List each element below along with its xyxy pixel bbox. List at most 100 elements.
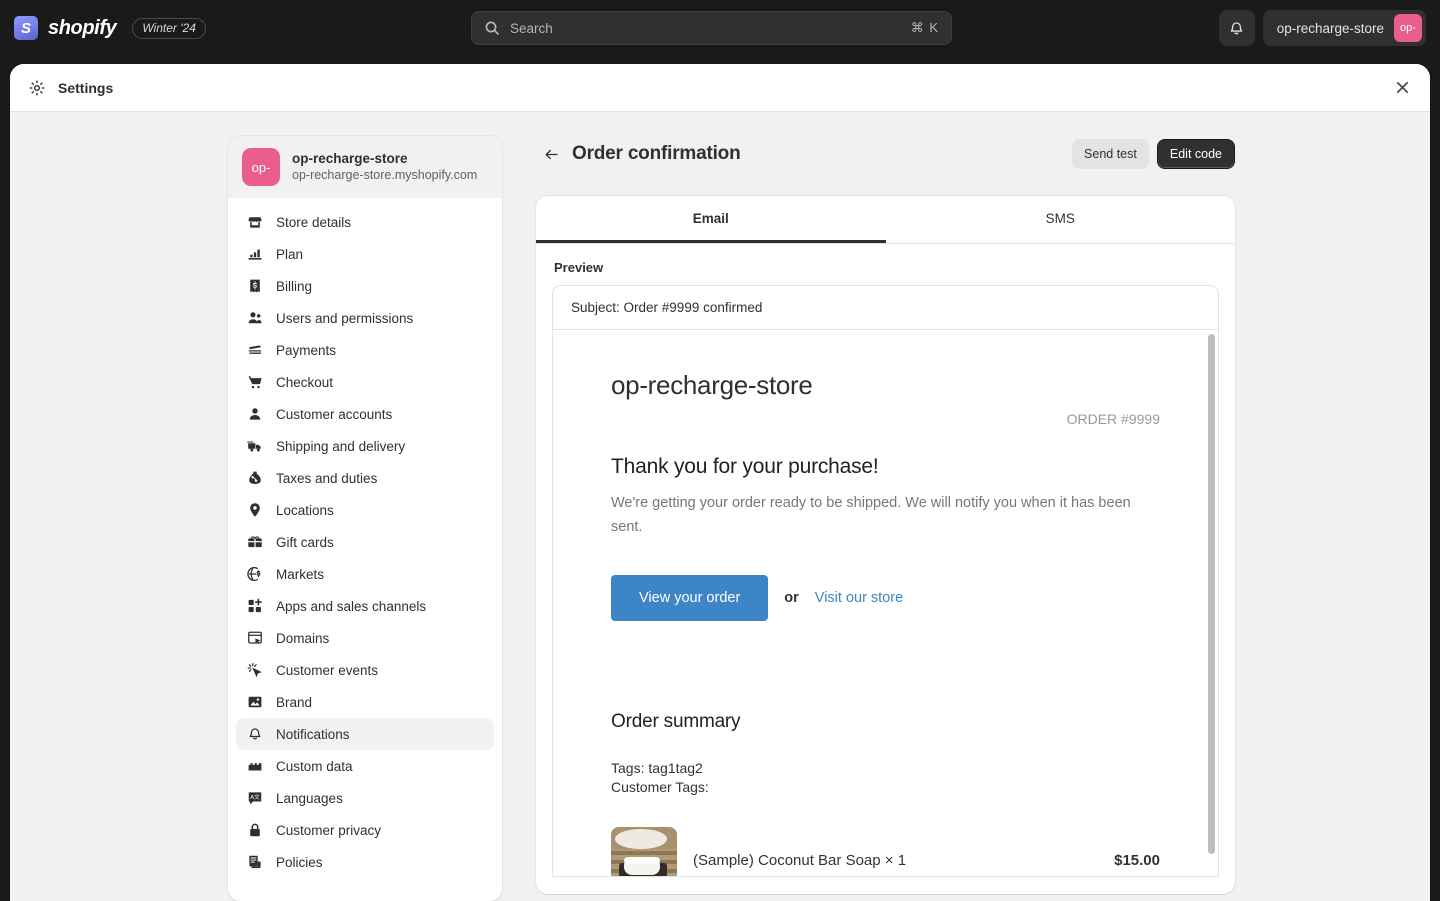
search-icon	[484, 20, 500, 36]
sidebar-item-plan[interactable]: Plan	[236, 238, 494, 270]
page-title: Settings	[58, 79, 114, 96]
sidebar-item-label: Locations	[276, 502, 334, 518]
sidebar-item-billing[interactable]: Billing	[236, 270, 494, 302]
sidebar-item-customer-events[interactable]: Customer events	[236, 654, 494, 686]
sidebar-item-customer-accounts[interactable]: Customer accounts	[236, 398, 494, 430]
email-or-text: or	[784, 590, 799, 606]
truck-icon	[246, 437, 264, 455]
sidebar-store-domain: op-recharge-store.myshopify.com	[292, 168, 478, 182]
close-icon	[1396, 81, 1409, 94]
sidebar-store-name: op-recharge-store	[292, 151, 408, 166]
settings-modal-body: op- op-recharge-store op-recharge-store.…	[10, 112, 1430, 901]
sidebar-item-label: Shipping and delivery	[276, 438, 406, 454]
page-title: Order confirmation	[572, 143, 741, 164]
notification-template-card: Email SMS Preview Subject: Order #9999 c…	[536, 196, 1235, 894]
avatar: op-	[242, 148, 280, 186]
person-icon	[246, 405, 264, 423]
email-subject-line: Subject: Order #9999 confirmed	[552, 285, 1219, 330]
sidebar-item-label: Apps and sales channels	[276, 598, 427, 614]
pin-icon	[246, 501, 264, 519]
settings-modal: Settings op- op-recharge-store op-rechar…	[10, 64, 1430, 901]
header-actions: Send test Edit code	[1072, 139, 1235, 169]
policies-icon	[246, 853, 264, 871]
sidebar-item-label: Notifications	[276, 726, 350, 742]
sidebar-item-label: Languages	[276, 790, 343, 806]
settings-modal-header: Settings	[10, 64, 1430, 112]
sidebar-item-users-and-permissions[interactable]: Users and permissions	[236, 302, 494, 334]
events-icon	[246, 661, 264, 679]
close-button[interactable]	[1386, 72, 1418, 104]
sidebar-item-label: Customer privacy	[276, 822, 382, 838]
sidebar-item-taxes-and-duties[interactable]: Taxes and duties	[236, 462, 494, 494]
sidebar-item-label: Plan	[276, 246, 304, 262]
shopify-bag-icon	[14, 16, 38, 40]
sidebar-item-domains[interactable]: Domains	[236, 622, 494, 654]
bell-icon	[246, 725, 264, 743]
sidebar-item-gift-cards[interactable]: Gift cards	[236, 526, 494, 558]
lock-icon	[246, 821, 264, 839]
tab-sms[interactable]: SMS	[886, 196, 1236, 243]
arrow-left-icon	[543, 146, 560, 163]
order-summary-heading: Order summary	[611, 711, 741, 732]
back-button[interactable]	[538, 141, 564, 167]
bell-icon	[1228, 20, 1245, 37]
sidebar-item-label: Brand	[276, 694, 313, 710]
gift-card-icon	[246, 533, 264, 551]
email-order-number: ORDER #9999	[1066, 411, 1160, 427]
settings-sidebar: op- op-recharge-store op-recharge-store.…	[228, 136, 502, 901]
sidebar-store-card[interactable]: op- op-recharge-store op-recharge-store.…	[228, 136, 502, 198]
shopify-logo[interactable]: shopify Winter '24	[14, 16, 206, 40]
line-item-price: $15.00	[1114, 851, 1160, 869]
gear-icon	[28, 79, 46, 97]
custom-data-icon	[246, 757, 264, 775]
order-tags-line: Tags: tag1tag2	[611, 760, 703, 776]
sidebar-item-policies[interactable]: Policies	[236, 846, 494, 878]
send-test-button[interactable]: Send test	[1072, 139, 1149, 169]
view-your-order-button[interactable]: View your order	[611, 575, 769, 621]
sidebar-item-label: Taxes and duties	[276, 470, 378, 486]
sidebar-item-label: Customer events	[276, 662, 379, 678]
edit-code-button[interactable]: Edit code	[1156, 139, 1235, 169]
product-thumbnail	[611, 827, 677, 876]
sidebar-item-apps-and-sales-channels[interactable]: Apps and sales channels	[236, 590, 494, 622]
visit-our-store-link[interactable]: Visit our store	[815, 590, 903, 606]
sidebar-item-label: Domains	[276, 630, 330, 646]
email-body-text: We're getting your order ready to be shi…	[611, 495, 1131, 535]
sidebar-item-store-details[interactable]: Store details	[236, 206, 494, 238]
tab-email[interactable]: Email	[536, 196, 886, 243]
sidebar-item-checkout[interactable]: Checkout	[236, 366, 494, 398]
payments-icon	[246, 341, 264, 359]
sidebar-item-custom-data[interactable]: Custom data	[236, 750, 494, 782]
cart-icon	[246, 373, 264, 391]
sidebar-item-customer-privacy[interactable]: Customer privacy	[236, 814, 494, 846]
sidebar-item-shipping-and-delivery[interactable]: Shipping and delivery	[236, 430, 494, 462]
domain-icon	[246, 629, 264, 647]
preview-scrollbar[interactable]	[1208, 334, 1215, 854]
global-search[interactable]: ⌘ K	[471, 11, 952, 45]
sidebar-item-locations[interactable]: Locations	[236, 494, 494, 526]
notifications-button[interactable]	[1218, 10, 1255, 46]
chart-icon	[246, 245, 264, 263]
search-input[interactable]	[510, 20, 911, 36]
store-switcher[interactable]: op-recharge-store op-	[1262, 10, 1426, 46]
sidebar-item-label: Custom data	[276, 758, 353, 774]
sidebar-item-label: Users and permissions	[276, 310, 414, 326]
brand-icon	[246, 693, 264, 711]
store-switcher-label: op-recharge-store	[1276, 20, 1384, 36]
sidebar-item-label: Policies	[276, 854, 323, 870]
email-body: op-recharge-store ORDER #9999 Thank you …	[553, 330, 1218, 876]
sidebar-item-notifications[interactable]: Notifications	[236, 718, 494, 750]
receipt-icon	[246, 277, 264, 295]
sidebar-item-label: Billing	[276, 278, 313, 294]
line-item-title: (Sample) Coconut Bar Soap × 1	[693, 851, 907, 869]
sidebar-item-markets[interactable]: Markets	[236, 558, 494, 590]
customer-tags-line: Customer Tags:	[611, 779, 709, 795]
sidebar-item-payments[interactable]: Payments	[236, 334, 494, 366]
store-icon	[246, 213, 264, 231]
sidebar-item-label: Store details	[276, 214, 352, 230]
sidebar-item-languages[interactable]: A文 Languages	[236, 782, 494, 814]
sidebar-item-label: Payments	[276, 342, 337, 358]
sidebar-item-label: Checkout	[276, 374, 334, 390]
sidebar-item-label: Gift cards	[276, 534, 334, 550]
sidebar-item-brand[interactable]: Brand	[236, 686, 494, 718]
